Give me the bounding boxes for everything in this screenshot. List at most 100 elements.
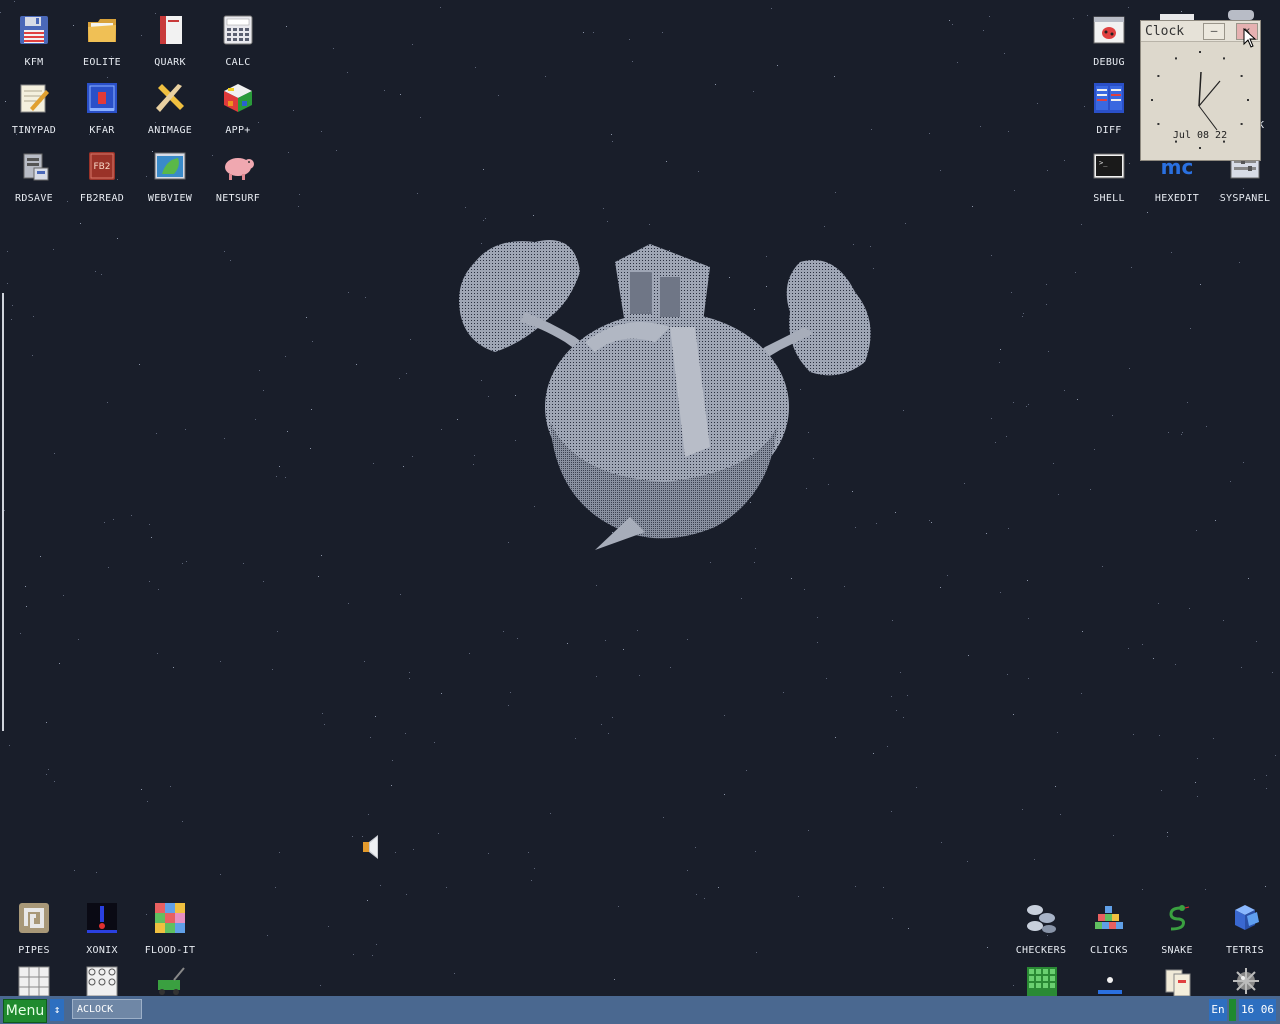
status-indicator xyxy=(1229,999,1236,1021)
color-grid-icon xyxy=(155,903,185,933)
flood-it-launcher[interactable]: FLOOD-IT xyxy=(136,894,204,956)
star xyxy=(469,653,470,654)
star xyxy=(1047,170,1048,171)
star xyxy=(320,985,321,986)
star xyxy=(485,218,486,219)
star xyxy=(601,724,602,725)
star xyxy=(704,898,705,899)
star xyxy=(1189,608,1190,609)
star xyxy=(607,221,608,222)
star xyxy=(372,955,373,956)
star xyxy=(855,886,856,887)
tinypad-launcher[interactable]: TINYPAD xyxy=(0,74,68,136)
star xyxy=(367,900,368,901)
switch-arrow-button[interactable]: ↕ xyxy=(50,999,64,1021)
star xyxy=(623,649,624,650)
star xyxy=(454,973,455,974)
star xyxy=(783,692,784,693)
star xyxy=(384,90,385,91)
tic-tac-toe-icon[interactable] xyxy=(86,966,118,996)
star xyxy=(695,847,696,848)
snake-launcher[interactable]: SNAKE xyxy=(1143,894,1211,956)
desktop: KFM EOLITE QUARK CALC TINYPAD KFAR ANIMA… xyxy=(0,0,1280,996)
clicks-launcher[interactable]: CLICKS xyxy=(1075,894,1143,956)
pipes-launcher[interactable]: PIPES xyxy=(0,894,68,956)
star xyxy=(243,563,244,564)
notepad-pencil-icon xyxy=(20,84,49,113)
star xyxy=(989,16,990,17)
star xyxy=(139,364,140,365)
star xyxy=(224,438,225,439)
star xyxy=(1008,528,1009,529)
star xyxy=(1046,284,1047,285)
star xyxy=(754,562,755,563)
star xyxy=(412,456,413,457)
mahjong-tiles-icon[interactable] xyxy=(1162,966,1194,996)
sudoku-icon[interactable] xyxy=(18,966,50,996)
lawnmower-icon[interactable] xyxy=(154,966,186,996)
debug-launcher[interactable]: DEBUG xyxy=(1075,6,1143,68)
terminal-icon: >_ xyxy=(1093,153,1125,179)
xonix-launcher[interactable]: XONIX xyxy=(68,894,136,956)
star xyxy=(844,586,845,587)
taskbar: Menu ↕ ACLOCK En 16 06 xyxy=(0,996,1280,1024)
icon-label: DIFF xyxy=(1096,125,1122,136)
paddle-ball-icon[interactable] xyxy=(1094,966,1126,996)
animage-launcher[interactable]: ANIMAGE xyxy=(136,74,204,136)
star xyxy=(503,631,504,632)
language-indicator[interactable]: En xyxy=(1209,999,1227,1021)
star xyxy=(608,733,609,734)
star xyxy=(375,716,376,717)
netsurf-launcher[interactable]: NETSURF xyxy=(204,142,272,204)
webview-launcher[interactable]: WEBVIEW xyxy=(136,142,204,204)
star xyxy=(347,72,348,73)
star xyxy=(1022,809,1023,810)
diff-launcher[interactable]: DIFF xyxy=(1075,74,1143,136)
calc-launcher[interactable]: CALC xyxy=(204,6,272,68)
star xyxy=(285,356,286,357)
shell-launcher[interactable]: >_ SHELL xyxy=(1075,142,1143,204)
fb2read-launcher[interactable]: FB2 FB2READ xyxy=(68,142,136,204)
star xyxy=(756,952,757,953)
star xyxy=(80,223,81,224)
kfar-launcher[interactable]: KFAR xyxy=(68,74,136,136)
star xyxy=(892,918,893,919)
star xyxy=(1153,658,1154,659)
star xyxy=(596,585,597,586)
star xyxy=(434,742,435,743)
star xyxy=(929,520,930,521)
star xyxy=(321,555,322,556)
taskbar-clock[interactable]: 16 06 xyxy=(1239,999,1276,1021)
minimize-button[interactable]: – xyxy=(1203,23,1225,40)
star xyxy=(991,418,992,419)
star xyxy=(409,678,410,679)
star xyxy=(348,292,349,293)
star xyxy=(488,853,489,854)
quark-launcher[interactable]: QUARK xyxy=(136,6,204,68)
tetris-launcher[interactable]: TETRIS xyxy=(1211,894,1279,956)
star xyxy=(1200,284,1201,285)
eolite-launcher[interactable]: EOLITE xyxy=(68,6,136,68)
clock-tick xyxy=(1240,123,1243,125)
mine-icon[interactable] xyxy=(1230,966,1262,996)
star xyxy=(400,94,401,95)
menu-button[interactable]: Menu xyxy=(3,999,47,1023)
app-plus-launcher[interactable]: APP+ xyxy=(204,74,272,136)
star xyxy=(380,885,381,886)
star xyxy=(771,8,772,9)
edge-handle[interactable] xyxy=(2,293,4,731)
star xyxy=(1230,481,1231,482)
wallpaper-planet-image xyxy=(459,240,871,550)
star xyxy=(1073,18,1074,19)
volume-speaker-icon[interactable] xyxy=(362,833,386,861)
star xyxy=(583,32,584,33)
star xyxy=(420,117,421,118)
green-grid-icon[interactable] xyxy=(1026,966,1058,996)
rdsave-launcher[interactable]: RDSAVE xyxy=(0,142,68,204)
star xyxy=(107,402,108,403)
checkers-launcher[interactable]: CHECKERS xyxy=(1007,894,1075,956)
star xyxy=(498,95,499,96)
task-aclock[interactable]: ACLOCK xyxy=(72,999,142,1019)
kfm-launcher[interactable]: KFM xyxy=(0,6,68,68)
star xyxy=(311,409,312,410)
